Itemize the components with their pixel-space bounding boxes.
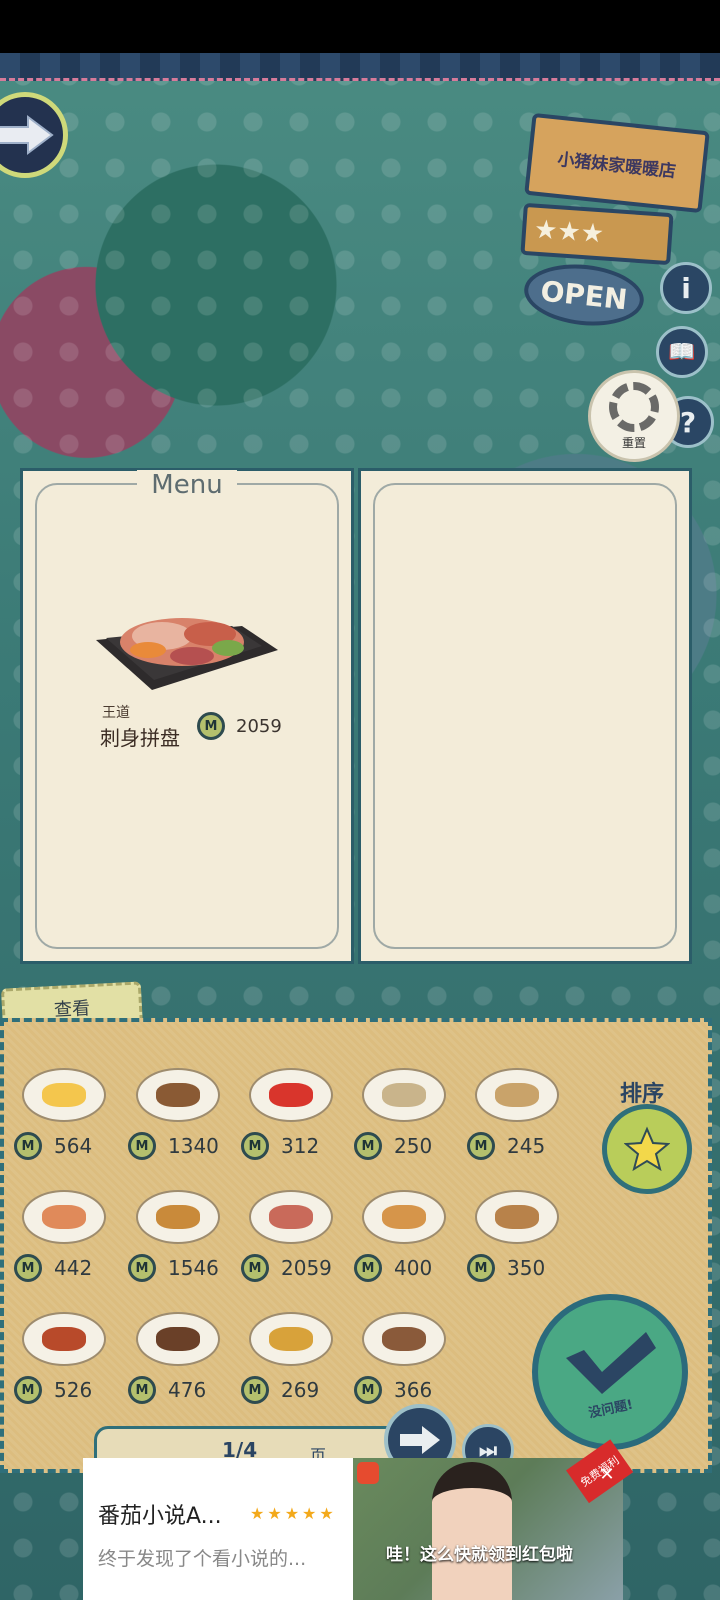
featured-dish-price: 2059 — [236, 716, 282, 737]
dish-item[interactable]: M 250 — [354, 1068, 464, 1178]
confirm-button[interactable]: 没问题! — [532, 1294, 688, 1450]
dish-item[interactable]: M 1340 — [128, 1068, 238, 1178]
dish-item[interactable]: M 1546 — [128, 1190, 238, 1300]
dish-image — [136, 1190, 220, 1244]
dish-price: 1340 — [168, 1134, 219, 1158]
dish-image — [362, 1068, 446, 1122]
close-icon[interactable]: ✕ — [595, 1462, 619, 1486]
coin-icon: M — [197, 712, 225, 740]
dish-price: 1546 — [168, 1256, 219, 1280]
dish-image — [475, 1190, 559, 1244]
dish-price: 312 — [281, 1134, 320, 1158]
coin-icon: M — [14, 1132, 42, 1160]
dish-item[interactable]: M 400 — [354, 1190, 464, 1300]
loading-icon — [609, 381, 659, 432]
top-border — [0, 53, 720, 81]
arrow-right-icon — [400, 1426, 440, 1454]
shop-rating-stars: ★★★ — [520, 202, 674, 266]
dish-price: 476 — [168, 1378, 207, 1402]
coin-icon: M — [354, 1376, 382, 1404]
dish-image — [22, 1068, 106, 1122]
dish-price: 442 — [54, 1256, 93, 1280]
ad-video-person — [432, 1462, 512, 1600]
dish-item[interactable]: M 269 — [241, 1312, 351, 1422]
reset-button[interactable]: 重置 — [588, 370, 680, 462]
dish-image — [136, 1068, 220, 1122]
dish-item[interactable]: M 564 — [14, 1068, 124, 1178]
sort-button[interactable] — [602, 1104, 692, 1194]
dish-item[interactable]: M 442 — [14, 1190, 124, 1300]
ad-title[interactable]: 番茄小说A... — [98, 1498, 222, 1530]
coin-icon: M — [241, 1376, 269, 1404]
dish-item[interactable]: M 476 — [128, 1312, 238, 1422]
dish-image — [362, 1190, 446, 1244]
menu-right-page — [358, 468, 692, 964]
dish-price: 2059 — [281, 1256, 332, 1280]
book-icon[interactable]: 📖 — [656, 326, 708, 378]
dish-image — [362, 1312, 446, 1366]
coin-icon: M — [241, 1132, 269, 1160]
dish-image — [22, 1312, 106, 1366]
dish-item[interactable]: M 526 — [14, 1312, 124, 1422]
coin-icon: M — [467, 1132, 495, 1160]
ad-description[interactable]: 终于发现了个看小说的... — [98, 1544, 306, 1571]
coin-icon: M — [467, 1254, 495, 1282]
featured-dish-name: 刺身拼盘 — [100, 726, 180, 750]
menu-left-page — [20, 468, 354, 964]
sashimi-platter-image[interactable] — [92, 590, 282, 694]
coin-icon: M — [128, 1376, 156, 1404]
info-icon[interactable]: i — [660, 262, 712, 314]
dish-image — [475, 1068, 559, 1122]
dish-image — [249, 1312, 333, 1366]
ad-video-caption: 哇！这么快就领到红包啦 — [386, 1545, 573, 1565]
dish-price: 350 — [507, 1256, 546, 1280]
checkmark-icon — [566, 1331, 656, 1394]
dish-price: 526 — [54, 1378, 93, 1402]
featured-dish-tag: 王道 — [102, 705, 130, 721]
arrow-right-icon — [0, 115, 54, 155]
coin-icon: M — [14, 1254, 42, 1282]
dish-item[interactable]: M 350 — [467, 1190, 577, 1300]
dish-image — [22, 1190, 106, 1244]
menu-title: Menu — [0, 470, 374, 500]
coin-icon: M — [241, 1254, 269, 1282]
coin-icon: M — [354, 1254, 382, 1282]
dish-price: 269 — [281, 1378, 320, 1402]
reset-label: 重置 — [621, 435, 646, 450]
dish-image — [249, 1190, 333, 1244]
dish-price: 245 — [507, 1134, 546, 1158]
dish-item[interactable]: M 245 — [467, 1068, 577, 1178]
dish-price: 366 — [394, 1378, 433, 1402]
star-icon — [624, 1126, 670, 1172]
dish-item[interactable]: M 312 — [241, 1068, 351, 1178]
dish-price: 250 — [394, 1134, 433, 1158]
ad-app-icon — [357, 1462, 379, 1484]
dish-item[interactable]: M 2059 — [241, 1190, 351, 1300]
dish-image — [136, 1312, 220, 1366]
dish-image — [249, 1068, 333, 1122]
dish-price: 564 — [54, 1134, 93, 1158]
coin-icon: M — [354, 1132, 382, 1160]
coin-icon: M — [128, 1254, 156, 1282]
status-bar — [0, 0, 720, 53]
coin-icon: M — [128, 1132, 156, 1160]
ad-rating-stars: ★★★★★ — [250, 1504, 337, 1523]
coin-icon: M — [14, 1376, 42, 1404]
dish-price: 400 — [394, 1256, 433, 1280]
